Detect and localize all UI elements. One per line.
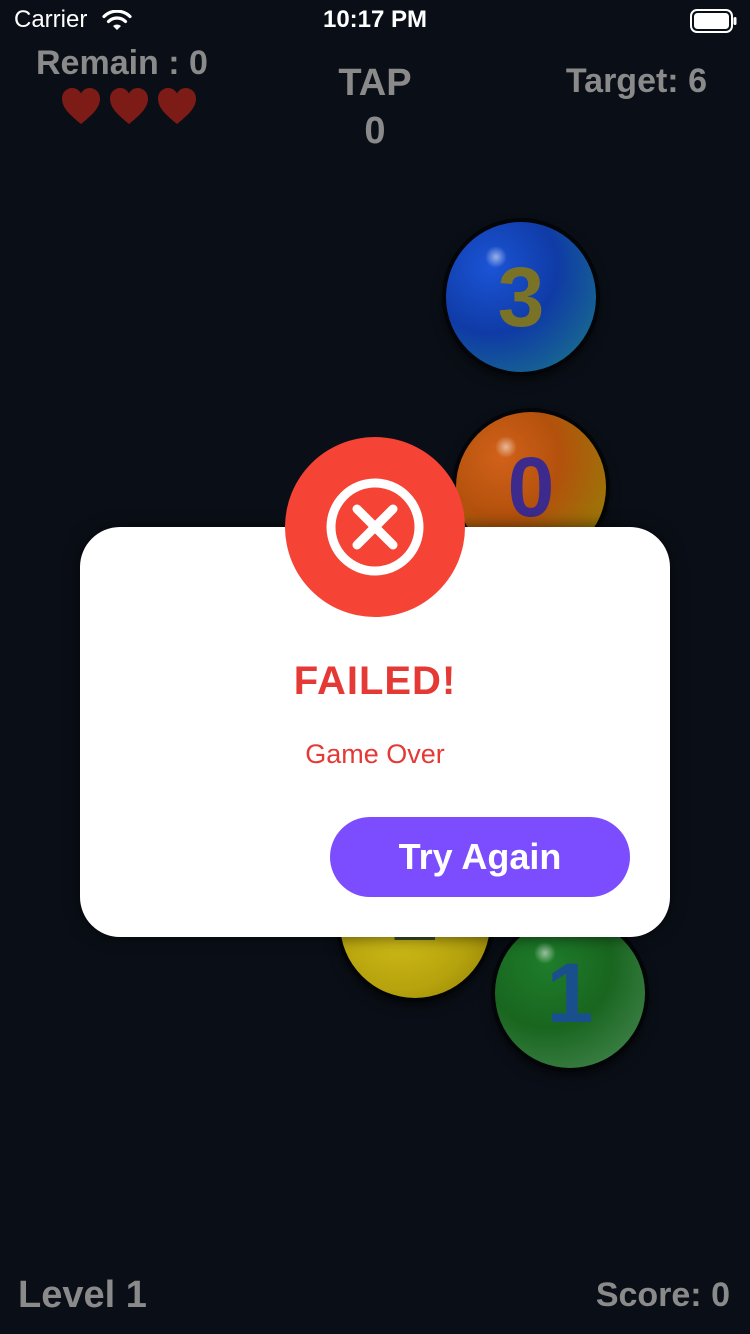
level-label: Level 1 (18, 1274, 147, 1316)
number-ball[interactable]: 1 (495, 918, 645, 1068)
ball-number: 1 (546, 945, 594, 1040)
ball-number: 3 (497, 249, 545, 344)
score-label: Score: 0 (595, 1276, 730, 1314)
number-ball[interactable]: 3 (446, 222, 596, 372)
game-screen: Carrier 10:17 PM Remain : 0 TAP 0 Target… (0, 0, 750, 1334)
fail-badge (285, 437, 465, 617)
target-label: Target: 6 (565, 62, 707, 100)
close-circle-icon (326, 478, 424, 576)
battery-icon (690, 9, 737, 33)
clock: 10:17 PM (322, 6, 428, 33)
try-again-button[interactable]: Try Again (330, 817, 630, 897)
dialog-subtitle: Game Over (305, 739, 445, 769)
dialog-title: FAILED! (293, 659, 457, 703)
tap-count: 0 (364, 110, 386, 152)
ball-number: 0 (507, 439, 555, 534)
status-bar: Carrier 10:17 PM (0, 0, 750, 40)
